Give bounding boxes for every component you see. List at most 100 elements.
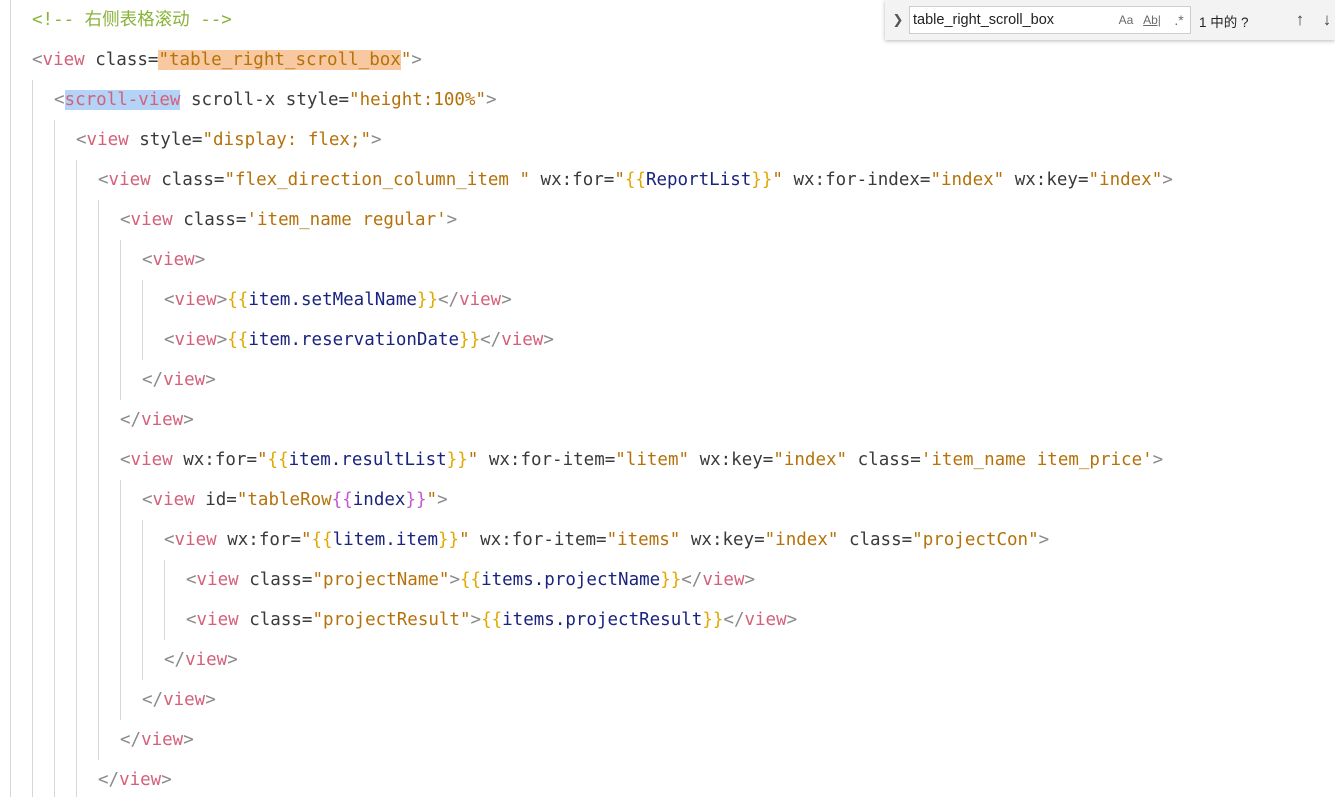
code-line[interactable]: <view wx:for="{{item.resultList}}" wx:fo… (120, 440, 1163, 480)
code-token: > (446, 210, 458, 230)
code-line[interactable]: <view style="display: flex;"> (76, 120, 382, 160)
code-token: wx:for= (172, 450, 257, 470)
code-token: < (186, 610, 197, 630)
code-token: class= (238, 610, 313, 630)
code-token: > (449, 570, 460, 590)
code-line[interactable]: <view> (142, 240, 205, 280)
code-token: </ (120, 410, 142, 430)
code-token: }} (416, 290, 438, 310)
code-token: > (205, 370, 216, 390)
code-token: > (227, 650, 238, 670)
arrow-down-icon[interactable]: ↓ (1316, 8, 1335, 32)
code-token: id= (194, 490, 237, 510)
code-token: {{ (459, 570, 482, 590)
code-token: scroll-view (64, 90, 181, 110)
code-token: < (98, 170, 109, 190)
code-line[interactable]: </view> (98, 760, 172, 797)
code-token: > (183, 730, 194, 750)
indent-guide (32, 80, 33, 797)
code-token: class= (238, 570, 313, 590)
code-line[interactable]: <view class="projectResult">{{items.proj… (186, 600, 797, 640)
code-token: " (467, 450, 479, 470)
code-token: class= (172, 210, 247, 230)
code-token: "flex_direction_column_item " (224, 170, 531, 190)
code-token: {{ (227, 290, 249, 310)
find-input-box: Aa Ab| .* (909, 6, 1191, 34)
code-token: }} (660, 570, 682, 590)
indent-guide (98, 200, 99, 760)
find-input[interactable] (913, 9, 1103, 31)
code-token: </ (681, 570, 703, 590)
code-line[interactable]: <view id="tableRow{{index}}"> (142, 480, 448, 520)
code-line[interactable]: <view class="table_right_scroll_box"> (32, 40, 422, 80)
indent-guide (54, 120, 55, 797)
code-token: }} (405, 490, 427, 510)
indent-guide (164, 560, 165, 640)
code-token: }} (702, 610, 724, 630)
code-token: view (702, 570, 745, 590)
code-token: class= (84, 50, 159, 70)
code-line[interactable]: </view> (142, 680, 216, 720)
code-token: > (194, 250, 206, 270)
code-line[interactable]: <view class="projectName">{{items.projec… (186, 560, 755, 600)
code-token: </ (437, 290, 460, 310)
code-token: > (437, 490, 448, 510)
code-token: view (174, 330, 217, 350)
indent-guide (10, 0, 11, 797)
code-token: view (108, 170, 151, 190)
code-token: > (205, 690, 216, 710)
code-token: view (152, 250, 195, 270)
code-token: "litem" (615, 450, 690, 470)
code-line[interactable]: <view>{{item.setMealName}}</view> (164, 280, 512, 320)
code-token: " (257, 450, 268, 470)
arrow-up-icon[interactable]: ↑ (1289, 8, 1311, 32)
code-token: "projectCon" (912, 530, 1039, 550)
code-line[interactable]: </view> (120, 400, 194, 440)
code-token: item.reservationDate (248, 330, 460, 350)
code-token: view (459, 290, 502, 310)
indent-guide (76, 160, 77, 797)
code-token: wx:key= (689, 450, 774, 470)
indent-guide (142, 520, 143, 680)
code-line[interactable]: </view> (164, 640, 238, 680)
find-widget: ❯ Aa Ab| .* 1 中的 ? ↑ ↓ (885, 0, 1335, 40)
code-token: view (196, 570, 239, 590)
whole-word-icon[interactable]: Ab| (1141, 10, 1163, 30)
indent-guide (120, 480, 121, 720)
code-line[interactable]: <!-- 右侧表格滚动 --> (32, 0, 232, 40)
match-case-icon[interactable]: Aa (1115, 10, 1137, 30)
code-token: wx:for-item= (478, 450, 616, 470)
code-token: > (744, 570, 756, 590)
code-token: table_right_scroll_box (169, 50, 401, 70)
chevron-right-icon[interactable]: ❯ (889, 9, 907, 31)
code-line[interactable]: <scroll-view scroll-x style="height:100%… (54, 80, 497, 120)
code-token: > (216, 290, 228, 310)
code-line[interactable]: </view> (120, 720, 194, 760)
code-token: </ (480, 330, 502, 350)
code-token: > (501, 290, 512, 310)
code-line[interactable]: <view>{{item.reservationDate}}</view> (164, 320, 554, 360)
code-line[interactable]: <view wx:for="{{litem.item}}" wx:for-ite… (164, 520, 1049, 560)
code-editor[interactable]: <!-- 右侧表格滚动 --> <view class="table_right_… (0, 0, 1335, 797)
code-token: > (786, 610, 798, 630)
code-token: < (120, 450, 131, 470)
code-token: </ (120, 730, 142, 750)
code-token: view (163, 370, 206, 390)
code-token: > (470, 610, 482, 630)
code-token: < (54, 90, 65, 110)
code-token: > (486, 90, 497, 110)
code-line[interactable]: </view> (142, 360, 216, 400)
code-token: {{ (267, 450, 289, 470)
code-token: < (76, 130, 87, 150)
code-token: wx:for-index= (782, 170, 931, 190)
code-token: litem.item (332, 530, 438, 550)
code-line[interactable]: <view class='item_name regular'> (120, 200, 457, 240)
code-token: < (164, 290, 175, 310)
regex-icon[interactable]: .* (1168, 10, 1190, 30)
code-token: > (1152, 450, 1164, 470)
code-line[interactable]: <view class="flex_direction_column_item … (98, 160, 1173, 200)
match-count: 1 中的 ? (1199, 15, 1249, 30)
code-token: 'item_name item_price' (920, 450, 1153, 470)
code-token: view (501, 330, 544, 350)
code-token: view (174, 530, 217, 550)
